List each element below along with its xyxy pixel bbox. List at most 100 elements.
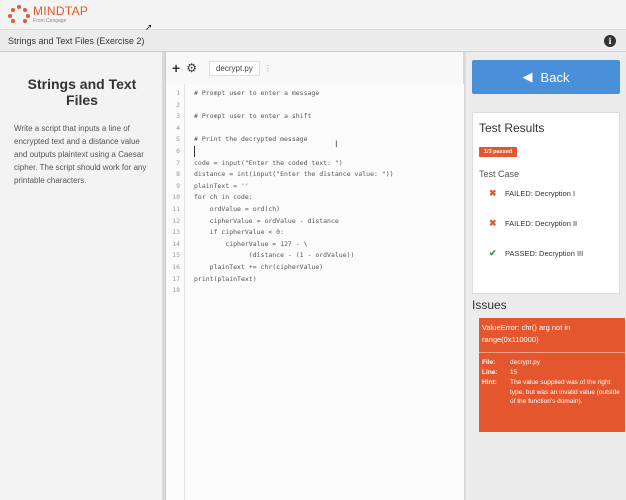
issues-title: Issues [472, 298, 507, 312]
logo-mark-icon [8, 5, 30, 23]
code-line-text: for ch in code: [194, 193, 253, 202]
pass-check-icon: ✔ [489, 247, 497, 258]
instructions-title: Strings and Text Files [27, 76, 137, 108]
issue-file-key: File: [482, 359, 496, 366]
code-editor: + ⚙ decrypt.py ⋮ 1 # Prompt user to enter… [165, 52, 464, 500]
code-line[interactable]: 5 # Print the decrypted message [166, 134, 464, 145]
code-line-text: plainText += chr(cipherValue) [194, 263, 324, 271]
issue-file-row: File: decrypt.py [482, 358, 622, 368]
test-results-title: Test Results [479, 121, 545, 135]
code-line-text: plainText = '' [194, 181, 249, 190]
issue-file-value: decrypt.py [510, 359, 540, 366]
code-line[interactable]: 15 (distance - (1 - ordValue)) [166, 250, 464, 261]
line-number: 17 [172, 274, 180, 283]
code-line-text: ordValue = ord(ch) [194, 205, 281, 213]
code-line-text: # Prompt user to enter a message [194, 89, 320, 97]
file-tab-decrypt[interactable]: decrypt.py [208, 60, 260, 76]
line-number: 16 [172, 263, 180, 271]
line-number: 9 [176, 181, 180, 190]
line-number: 10 [172, 193, 180, 202]
code-line[interactable]: 8 distance = int(input("Enter the distanc… [166, 169, 464, 180]
test-case-row[interactable]: ✖ FAILED: Decryption II [479, 215, 615, 231]
line-number: 8 [176, 170, 180, 179]
line-number: 13 [172, 228, 180, 237]
code-line[interactable]: 4 [166, 123, 464, 134]
breadcrumb: Strings and Text Files (Exercise 2) [8, 36, 145, 46]
test-case-row[interactable]: ✔ PASSED: Decryption III [479, 245, 615, 261]
code-line-text: distance = int(input("Enter the distance… [194, 170, 394, 179]
breadcrumb-bar: Strings and Text Files (Exercise 2) i [0, 30, 626, 52]
mindtap-logo[interactable]: MINDTAP From Cengage [8, 5, 88, 24]
test-results-panel: Test Results 1/3 passed Test Case ✖ FAIL… [472, 112, 620, 294]
line-number: 6 [176, 147, 180, 155]
line-number: 15 [172, 251, 180, 260]
issue-line-row: Line: 15 [482, 368, 622, 378]
code-text-area[interactable]: 1 # Prompt user to enter a message 2 3 # Pro… [166, 84, 464, 500]
issue-card[interactable]: ValueError: chr() arg not in range(0x110… [479, 318, 625, 432]
line-number: 18 [172, 286, 180, 295]
instructions-body: Write a script that inputs a line of enc… [14, 124, 147, 185]
code-line[interactable]: 7 code = input("Enter the coded text: ") [166, 158, 464, 169]
code-line[interactable]: 3 # Prompt user to enter a shift [166, 111, 464, 122]
fail-x-icon: ✖ [489, 217, 497, 228]
test-case-header: Test Case [479, 169, 520, 179]
info-icon[interactable]: i [604, 35, 616, 47]
code-line-text: code = input("Enter the coded text: ") [194, 158, 343, 167]
test-case-label: FAILED: Decryption II [505, 218, 578, 228]
top-bar: MINDTAP From Cengage ➚ [0, 0, 626, 32]
line-number: 5 [176, 135, 180, 144]
code-line[interactable]: 17 print(plainText) [166, 274, 464, 285]
instructions-panel: Strings and Text Files Write a script th… [0, 52, 162, 500]
code-line-text: cipherValue = ordValue - distance [194, 216, 339, 225]
back-arrow-icon: ◀ [522, 69, 533, 84]
tab-menu-icon[interactable]: ⋮ [264, 64, 272, 73]
text-cursor-icon: I [335, 140, 338, 150]
line-number: 7 [176, 158, 180, 167]
code-line-text: print(plainText) [194, 274, 257, 283]
line-number: 3 [176, 112, 180, 121]
code-line-text: if cipherValue < 0: [194, 228, 285, 237]
line-number: 11 [172, 205, 180, 213]
code-line[interactable]: 10 for ch in code: [166, 192, 464, 203]
right-panel: ◀ Back Test Results 1/3 passed Test Case… [466, 52, 626, 500]
code-line[interactable]: 14 cipherValue = 127 - \ [166, 239, 464, 250]
test-case-label: FAILED: Decryption I [505, 188, 576, 198]
code-line[interactable]: 11 ordValue = ord(ch) [166, 204, 464, 215]
line-number: 12 [172, 216, 180, 225]
code-line[interactable]: 13 if cipherValue < 0: [166, 227, 464, 238]
code-line-text: (distance - (1 - ordValue)) [194, 251, 355, 260]
issue-line-value: 15 [510, 369, 518, 376]
code-line-text: # Prompt user to enter a shift [194, 112, 312, 121]
code-line[interactable]: 2 [166, 100, 464, 111]
add-file-button[interactable]: + [172, 61, 180, 75]
code-line[interactable]: 6 [166, 146, 464, 157]
line-number: 4 [176, 123, 180, 132]
back-button[interactable]: ◀ Back [472, 60, 620, 94]
issue-divider [479, 352, 625, 353]
issue-hint-value: The value supplied was of the right type… [510, 379, 620, 405]
text-caret [194, 146, 195, 157]
code-line-text: # Print the decrypted message [194, 135, 308, 144]
passed-badge: 1/3 passed [479, 147, 518, 157]
test-case-label: PASSED: Decryption III [505, 248, 584, 258]
code-line-text: cipherValue = 127 - \ [194, 239, 308, 248]
code-line[interactable]: 1 # Prompt user to enter a message [166, 88, 464, 99]
code-line[interactable]: 9 plainText = '' [166, 181, 464, 192]
brand-title: MINDTAP [33, 4, 89, 18]
line-number: 2 [176, 100, 180, 109]
back-button-label: Back [540, 69, 570, 85]
line-number: 1 [176, 89, 180, 97]
editor-toolbar: + ⚙ decrypt.py ⋮ [172, 60, 272, 76]
code-line[interactable]: 18 [166, 285, 464, 296]
issue-hint-row: Hint: The value supplied was of the righ… [482, 378, 622, 407]
line-number: 14 [172, 239, 180, 248]
code-line[interactable]: 12 cipherValue = ordValue - distance [166, 216, 464, 227]
gear-icon[interactable]: ⚙ [186, 61, 197, 75]
fail-x-icon: ✖ [489, 187, 497, 198]
issue-hint-key: Hint: [482, 379, 497, 386]
issue-line-key: Line: [482, 369, 498, 376]
issue-message: ValueError: chr() arg not in range(0x110… [482, 323, 571, 344]
test-case-row[interactable]: ✖ FAILED: Decryption I [479, 185, 615, 201]
code-line[interactable]: 16 plainText += chr(cipherValue) [166, 262, 464, 273]
brand-subtitle: From Cengage [33, 18, 67, 24]
